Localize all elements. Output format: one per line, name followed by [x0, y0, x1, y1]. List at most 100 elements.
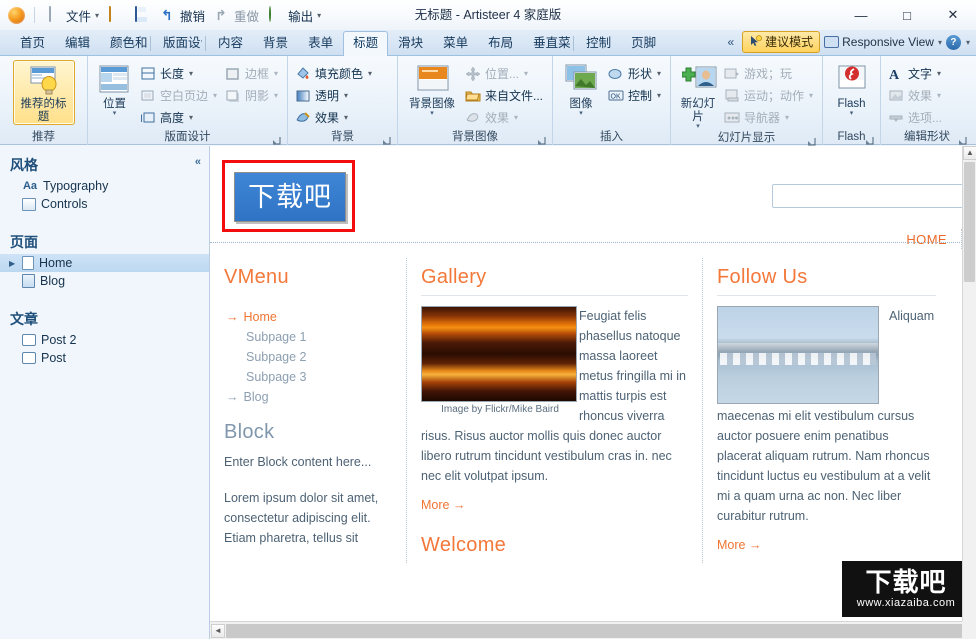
ribbon-body: 推荐的标题 推荐	[0, 56, 976, 145]
vmenu-link-subpage-1[interactable]: Subpage 1	[224, 327, 392, 347]
play-label: 游戏；玩	[744, 65, 792, 82]
minimize-button[interactable]: —	[838, 0, 884, 30]
collapse-sidebar-icon[interactable]: «	[195, 156, 201, 168]
gallery-thumbnail-sunset[interactable]	[421, 306, 577, 402]
qat-redo[interactable]: ↱ 重做	[212, 5, 262, 26]
vmenu-link-subpage-2[interactable]: Subpage 2	[224, 347, 392, 367]
new-slide-button[interactable]: 新幻灯片 ▾	[675, 60, 721, 131]
motion-label: 运动；动作	[744, 87, 804, 104]
tab-content[interactable]: 内容	[208, 31, 253, 55]
block-placeholder-text[interactable]: Enter Block content here...	[224, 452, 392, 472]
flash-button[interactable]: Flash ▾	[827, 60, 876, 118]
tab-vertical-menu[interactable]: 垂直菜单	[523, 31, 571, 55]
tab-home[interactable]: 首页	[10, 31, 55, 55]
navigator-button[interactable]: 导航器 ▾	[721, 107, 818, 128]
tab-layout-design[interactable]: 版面设计	[153, 31, 203, 55]
qat-save[interactable]	[132, 6, 154, 24]
play-button[interactable]: 游戏；玩	[721, 63, 818, 84]
new-document-icon	[47, 7, 63, 23]
gallery-more-link[interactable]: More →	[421, 498, 465, 512]
bgimage-effects-button[interactable]: 效果 ▾	[462, 107, 548, 128]
background-image-button[interactable]: 背景图像 ▾	[402, 60, 462, 118]
dialog-launcher-icon[interactable]	[537, 135, 546, 144]
chevron-down-icon[interactable]: ▾	[966, 38, 970, 47]
website-preview[interactable]: 下载吧 HOME VMenu	[210, 146, 962, 621]
margin-icon	[140, 88, 156, 104]
margin-button[interactable]: 空白页边 ▾	[137, 85, 222, 106]
help-icon[interactable]: ?	[946, 35, 961, 50]
qat-export[interactable]: 输出 ▾	[266, 5, 324, 26]
from-file-button[interactable]: 来自文件...	[462, 85, 548, 106]
follow-thumbnail-harbor[interactable]	[717, 306, 879, 404]
tab-controls[interactable]: 控制	[576, 31, 621, 55]
app-orb-icon[interactable]	[8, 7, 25, 24]
suggest-mode-button[interactable]: 建议模式	[742, 31, 820, 53]
tab-colors-fonts[interactable]: 颜色和字体	[100, 31, 148, 55]
dialog-launcher-icon[interactable]	[865, 135, 874, 144]
tab-footer[interactable]: 页脚	[621, 31, 666, 55]
monitor-icon	[824, 36, 839, 48]
scroll-left-button[interactable]: ◄	[211, 624, 225, 638]
transparency-button[interactable]: 透明 ▾	[292, 85, 377, 106]
sidebar-item-blog[interactable]: Blog	[0, 272, 209, 290]
tab-background[interactable]: 背景	[253, 31, 298, 55]
shape-button[interactable]: 形状 ▾	[605, 63, 666, 84]
tab-header[interactable]: 标题	[343, 31, 388, 56]
sidebar-item-post[interactable]: Post	[0, 349, 209, 367]
dialog-launcher-icon[interactable]	[958, 135, 967, 144]
width-button[interactable]: 长度 ▾	[137, 63, 222, 84]
sidebar-item-controls[interactable]: Controls	[0, 195, 209, 213]
vmenu-link-blog[interactable]: →Blog	[224, 387, 392, 407]
qat-open[interactable]	[106, 6, 128, 24]
tab-forms[interactable]: 表单	[298, 31, 343, 55]
qat-new-file[interactable]: 文件 ▾	[44, 5, 102, 26]
border-button[interactable]: 边框 ▾	[222, 63, 283, 84]
height-button[interactable]: I 高度 ▾	[137, 107, 222, 128]
suggest-heading-button[interactable]: 推荐的标题	[13, 60, 75, 125]
collapse-tabs-icon[interactable]: «	[723, 35, 738, 49]
shape-effects-button[interactable]: 效果 ▾	[885, 85, 947, 106]
bgimage-position-label: 位置...	[485, 65, 519, 82]
follow-more-link[interactable]: More →	[717, 538, 761, 552]
sidebar-item-home[interactable]: ▶ Home	[0, 254, 209, 272]
logo-box[interactable]: 下载吧	[234, 172, 346, 222]
text-button[interactable]: A 文字 ▾	[885, 63, 947, 84]
search-input[interactable]	[772, 184, 962, 208]
vmenu-link-subpage-3[interactable]: Subpage 3	[224, 367, 392, 387]
maximize-button[interactable]: □	[884, 0, 930, 30]
expander-icon[interactable]: ▶	[9, 259, 15, 268]
tab-slider[interactable]: 滑块	[388, 31, 433, 55]
tab-edit[interactable]: 编辑	[55, 31, 100, 55]
fill-color-button[interactable]: 填充颜色 ▾	[292, 63, 377, 84]
responsive-view-button[interactable]: Responsive View ▾	[824, 35, 942, 49]
close-button[interactable]: ✕	[930, 0, 976, 30]
shadow-button[interactable]: 阴影 ▾	[222, 85, 283, 106]
qat-undo[interactable]: ↰ 撤销	[158, 5, 208, 26]
vertical-scroll-thumb[interactable]	[964, 162, 975, 282]
background-effects-button[interactable]: 效果 ▾	[292, 107, 377, 128]
dialog-launcher-icon[interactable]	[807, 136, 816, 145]
dialog-launcher-icon[interactable]	[272, 135, 281, 144]
logo-selection-frame[interactable]: 下载吧	[222, 160, 355, 232]
from-file-label: 来自文件...	[485, 87, 543, 104]
harbor-boats-shape	[720, 353, 876, 365]
scroll-up-button[interactable]: ▲	[963, 146, 976, 160]
undo-icon: ↰	[161, 7, 177, 23]
vertical-scrollbar[interactable]: ▲	[962, 146, 976, 621]
position-button[interactable]: 位置 ▾	[92, 60, 137, 118]
options-button[interactable]: 选项...	[885, 107, 947, 128]
images-button[interactable]: 图像 ▾	[557, 60, 605, 118]
dialog-launcher-icon[interactable]	[382, 135, 391, 144]
control-button[interactable]: OK 控制 ▾	[605, 85, 666, 106]
motion-button[interactable]: 运动；动作 ▾	[721, 85, 818, 106]
horizontal-scrollbar[interactable]: ◄	[210, 621, 962, 639]
sidebar-item-typography[interactable]: Aa Typography	[0, 177, 209, 195]
horizontal-scroll-thumb[interactable]	[226, 624, 962, 638]
design-canvas[interactable]: 下载吧 HOME VMenu	[210, 146, 976, 639]
tab-menu[interactable]: 菜单	[433, 31, 478, 55]
bgimage-position-button[interactable]: 位置... ▾	[462, 63, 548, 84]
vmenu-link-home[interactable]: →Home	[224, 307, 392, 327]
sidebar-item-post-2[interactable]: Post 2	[0, 331, 209, 349]
tab-layout[interactable]: 布局	[478, 31, 523, 55]
nav-item-home[interactable]: HOME	[892, 232, 961, 247]
